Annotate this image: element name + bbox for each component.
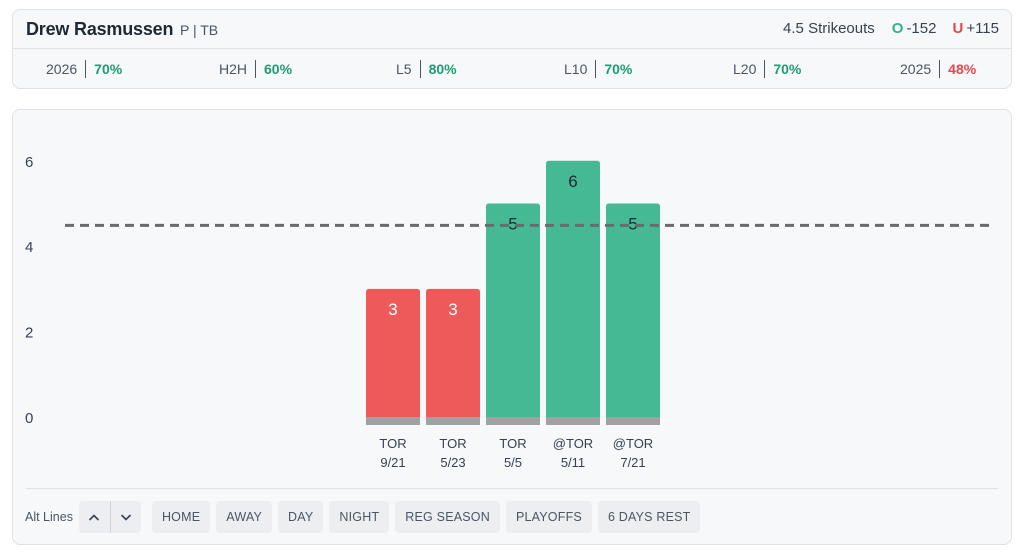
filter-home[interactable]: HOME (151, 501, 211, 533)
bar-base (426, 417, 480, 425)
player-position-team: P | TB (180, 22, 219, 38)
stat-value: 70% (773, 61, 802, 77)
under-odds: +115 (966, 20, 999, 37)
filter-away[interactable]: AWAY (216, 501, 273, 533)
stat-value: 80% (428, 61, 457, 77)
y-tick-label: 0 (25, 410, 33, 427)
x-tick-date: 5/11 (561, 455, 585, 470)
stat-l5[interactable]: L5 80% (396, 60, 457, 78)
chevron-down-icon (121, 514, 131, 520)
hit-rate-stats: 2026 70% H2H 60% L5 80% L10 70% L20 70% … (13, 50, 1011, 90)
over-odds: -152 (906, 20, 937, 37)
bar[interactable] (606, 203, 660, 418)
y-tick-label: 2 (25, 325, 33, 342)
bar-value-label: 6 (568, 172, 577, 191)
bar-value-label: 3 (388, 300, 397, 319)
stat-h2h[interactable]: H2H 60% (219, 60, 292, 78)
stat-label: 2026 (46, 60, 87, 78)
prop-label: 4.5 Strikeouts (783, 20, 875, 37)
over-label: O (891, 20, 904, 37)
stat-2025[interactable]: 2025 48% (900, 60, 976, 78)
strikeouts-bar-chart: 02463TOR9/213TOR5/235TOR5/56@TOR5/115@TO… (25, 154, 995, 470)
x-tick-date: 5/5 (504, 455, 522, 470)
filter-night[interactable]: NIGHT (329, 501, 390, 533)
stat-value: 48% (948, 61, 977, 77)
stat-l20[interactable]: L20 70% (733, 60, 801, 78)
chevron-up-icon (89, 514, 100, 520)
bar-base (486, 417, 540, 425)
filter-6-days-rest[interactable]: 6 DAYS REST (597, 501, 701, 533)
toolbar-divider (25, 488, 999, 489)
y-tick-label: 6 (25, 154, 33, 171)
alt-line-down-button[interactable] (109, 501, 141, 533)
x-tick-date: 5/23 (440, 455, 465, 470)
x-tick-opponent: TOR (439, 436, 466, 451)
stat-label: H2H (219, 60, 257, 78)
alt-lines-stepper (78, 501, 141, 533)
y-tick-label: 4 (25, 239, 33, 256)
x-tick-date: 7/21 (620, 455, 645, 470)
stat-label: L10 (564, 60, 597, 78)
filter-day[interactable]: DAY (278, 501, 324, 533)
stat-value: 70% (604, 61, 633, 77)
bar-base (546, 417, 600, 425)
stat-label: L5 (396, 60, 421, 78)
prop-line: 4.5 Strikeouts O -152 U +115 (783, 20, 999, 37)
x-tick-opponent: TOR (499, 436, 526, 451)
bar-value-label: 3 (448, 300, 457, 319)
stat-l10[interactable]: L10 70% (564, 60, 632, 78)
under-label: U (952, 20, 964, 37)
stat-value: 70% (94, 61, 123, 77)
bar[interactable] (546, 160, 600, 418)
stat-label: L20 (733, 60, 766, 78)
filter-playoffs[interactable]: PLAYOFFS (505, 501, 592, 533)
x-tick-opponent: TOR (379, 436, 406, 451)
stat-value: 60% (264, 61, 293, 77)
bar[interactable] (486, 203, 540, 418)
alt-lines-label: Alt Lines (25, 510, 73, 524)
filter-toolbar: Alt Lines HOME AWAY DAY NIGHT REG SEASON… (25, 501, 706, 533)
game-log-chart-card: 0 2 4 6 3 TOR 9/21 3 TOR 5/23 5 TOR 5/5 6 @TOR 5/11 5 @TO… (12, 109, 1012, 545)
alt-line-up-button[interactable] (79, 501, 110, 533)
stat-label: 2025 (900, 60, 941, 78)
player-name: Drew Rasmussen (26, 19, 174, 39)
x-tick-opponent: @TOR (613, 436, 653, 451)
filter-reg-season[interactable]: REG SEASON (395, 501, 500, 533)
player-header-card: Drew Rasmussen P | TB 4.5 Strikeouts O -… (12, 9, 1012, 89)
bar-base (606, 417, 660, 425)
x-tick-date: 9/21 (380, 455, 405, 470)
bar-base (366, 417, 420, 425)
player-header-top: Drew Rasmussen P | TB 4.5 Strikeouts O -… (13, 10, 1011, 49)
stat-2026[interactable]: 2026 70% (46, 60, 122, 78)
x-tick-opponent: @TOR (553, 436, 593, 451)
